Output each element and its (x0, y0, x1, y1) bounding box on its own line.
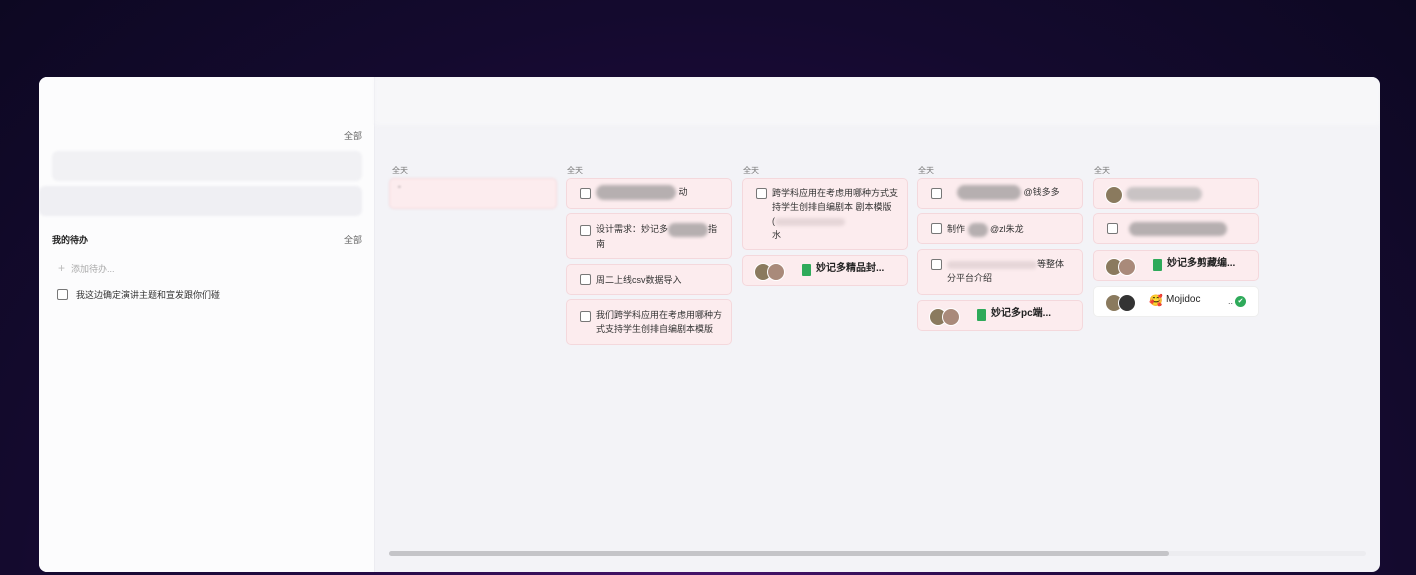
task-checkbox[interactable] (580, 274, 591, 285)
doc-title: 妙记多精品封... (816, 263, 885, 274)
scrollbar-thumb[interactable] (389, 551, 1169, 556)
blurred-card[interactable]: - (389, 178, 557, 209)
task-checkbox[interactable] (931, 188, 942, 199)
task-checkbox[interactable] (1107, 223, 1118, 234)
redacted-text (947, 260, 1037, 269)
task-card[interactable]: 等整体分平台介绍 (917, 249, 1083, 295)
redacted-text (596, 185, 676, 201)
redacted-text (1129, 222, 1227, 236)
todo-checkbox[interactable] (57, 289, 68, 300)
card-text: 水 (772, 230, 782, 240)
horizontal-scrollbar[interactable] (389, 551, 1366, 556)
task-card[interactable] (1093, 213, 1259, 244)
card-text: 跨学科应用在考虑用哪种方式支持学生创排自编剧本 剧本模版 (772, 188, 899, 212)
task-checkbox[interactable] (931, 223, 942, 234)
task-card[interactable]: 我们跨学科应用在考虑用哪种方式支持学生创排自编剧本模版 (566, 299, 732, 345)
avatar (1118, 294, 1136, 312)
card-text: 我们跨学科应用在考虑用哪种方式支持学生创排自编剧本模版 (596, 310, 723, 334)
doc-card[interactable]: 妙记多剪藏编... (1093, 250, 1259, 281)
avatar (1118, 258, 1136, 276)
emoji-icon: 🥰 (1149, 295, 1163, 307)
column-label: 全天 (918, 166, 934, 175)
doc-card[interactable]: 🥰 Mojidoc .. ✔ (1093, 286, 1259, 317)
view-all-link[interactable]: 全部 (344, 233, 362, 246)
card-text: 制作 (947, 224, 966, 234)
task-card[interactable]: 周二上线csv数据导入 (566, 264, 732, 295)
column-label: 全天 (567, 166, 583, 175)
blurred-block (39, 186, 362, 216)
my-todos-title: 我的待办 (52, 235, 89, 245)
avatar-group (929, 308, 960, 326)
card-text: - (398, 182, 401, 191)
task-checkbox[interactable] (931, 259, 942, 270)
task-card[interactable]: @钱多多 (917, 178, 1083, 209)
avatar-group (1105, 294, 1136, 312)
plus-icon: + (58, 261, 66, 275)
task-checkbox[interactable] (580, 188, 591, 199)
blurred-card[interactable] (1093, 178, 1259, 209)
task-checkbox[interactable] (580, 311, 591, 322)
card-text: 设计需求：妙记多 (596, 224, 669, 234)
avatar-group (1105, 258, 1136, 276)
redacted-text (775, 217, 845, 226)
task-card[interactable]: 设计需求：妙记多 指南 (566, 213, 732, 259)
avatar-group (754, 263, 785, 281)
app-window: 全部 我的待办 全部 + 添加待办... 我这边确定演讲主题和宣发跟你们碰 全天… (39, 77, 1380, 572)
redacted-text (957, 185, 1021, 201)
todo-item: 我这边确定演讲主题和宣发跟你们碰 (57, 288, 220, 301)
card-content: 动 (596, 185, 723, 201)
blurred-block (52, 151, 362, 181)
card-content: 设计需求：妙记多 指南 (596, 222, 723, 251)
document-icon (1153, 259, 1162, 271)
card-text: @钱多多 (1023, 187, 1060, 197)
task-checkbox[interactable] (580, 225, 591, 236)
card-text: 动 (678, 187, 688, 197)
card-text: @zl朱龙 (990, 224, 1024, 234)
doc-title: 妙记多剪藏编... (1167, 258, 1236, 269)
redacted-image (1126, 187, 1202, 201)
document-icon (977, 309, 986, 321)
add-todo-input[interactable]: + 添加待办... (58, 261, 115, 275)
todo-text: 我这边确定演讲主题和宣发跟你们碰 (76, 290, 221, 300)
doc-card[interactable]: 妙记多精品封... (742, 255, 908, 286)
task-card[interactable]: 跨学科应用在考虑用哪种方式支持学生创排自编剧本 剧本模版(水 (742, 178, 908, 250)
doc-title: Mojidoc (1166, 294, 1201, 305)
avatar (767, 263, 785, 281)
document-icon (802, 264, 811, 276)
doc-title: 妙记多pc端... (991, 308, 1052, 319)
card-content: @钱多多 (957, 185, 1074, 201)
blurred-header (375, 77, 1380, 125)
task-card[interactable]: 制作 @zl朱龙 (917, 213, 1083, 244)
add-todo-placeholder: 添加待办... (71, 263, 115, 274)
redacted-text (967, 222, 988, 237)
card-text: 周二上线csv数据导入 (596, 275, 682, 285)
doc-card[interactable]: 妙记多pc端... (917, 300, 1083, 331)
avatar (942, 308, 960, 326)
column-label: 全天 (743, 166, 759, 175)
avatar (1105, 186, 1123, 204)
sidebar: 全部 我的待办 全部 + 添加待办... 我这边确定演讲主题和宣发跟你们碰 (39, 77, 375, 572)
calendar-board: 全天 全天 全天 全天 全天 - 动 设计需求：妙记多 指南 周二上线csv数据导… (375, 77, 1380, 572)
task-card[interactable]: 动 (566, 178, 732, 209)
card-text: 分平台介绍 (947, 273, 993, 283)
doc-suffix: .. (1228, 296, 1234, 306)
check-icon: ✔ (1235, 296, 1246, 307)
view-all-link-top[interactable]: 全部 (344, 129, 362, 142)
column-label: 全天 (1094, 166, 1110, 175)
task-checkbox[interactable] (756, 188, 767, 199)
card-content: 制作 @zl朱龙 (947, 222, 1074, 237)
column-label: 全天 (392, 166, 408, 175)
card-text: 等整体 (1037, 259, 1065, 269)
card-content: 跨学科应用在考虑用哪种方式支持学生创排自编剧本 剧本模版(水 (772, 186, 899, 242)
card-content: 等整体分平台介绍 (947, 257, 1074, 285)
redacted-text (668, 222, 709, 237)
